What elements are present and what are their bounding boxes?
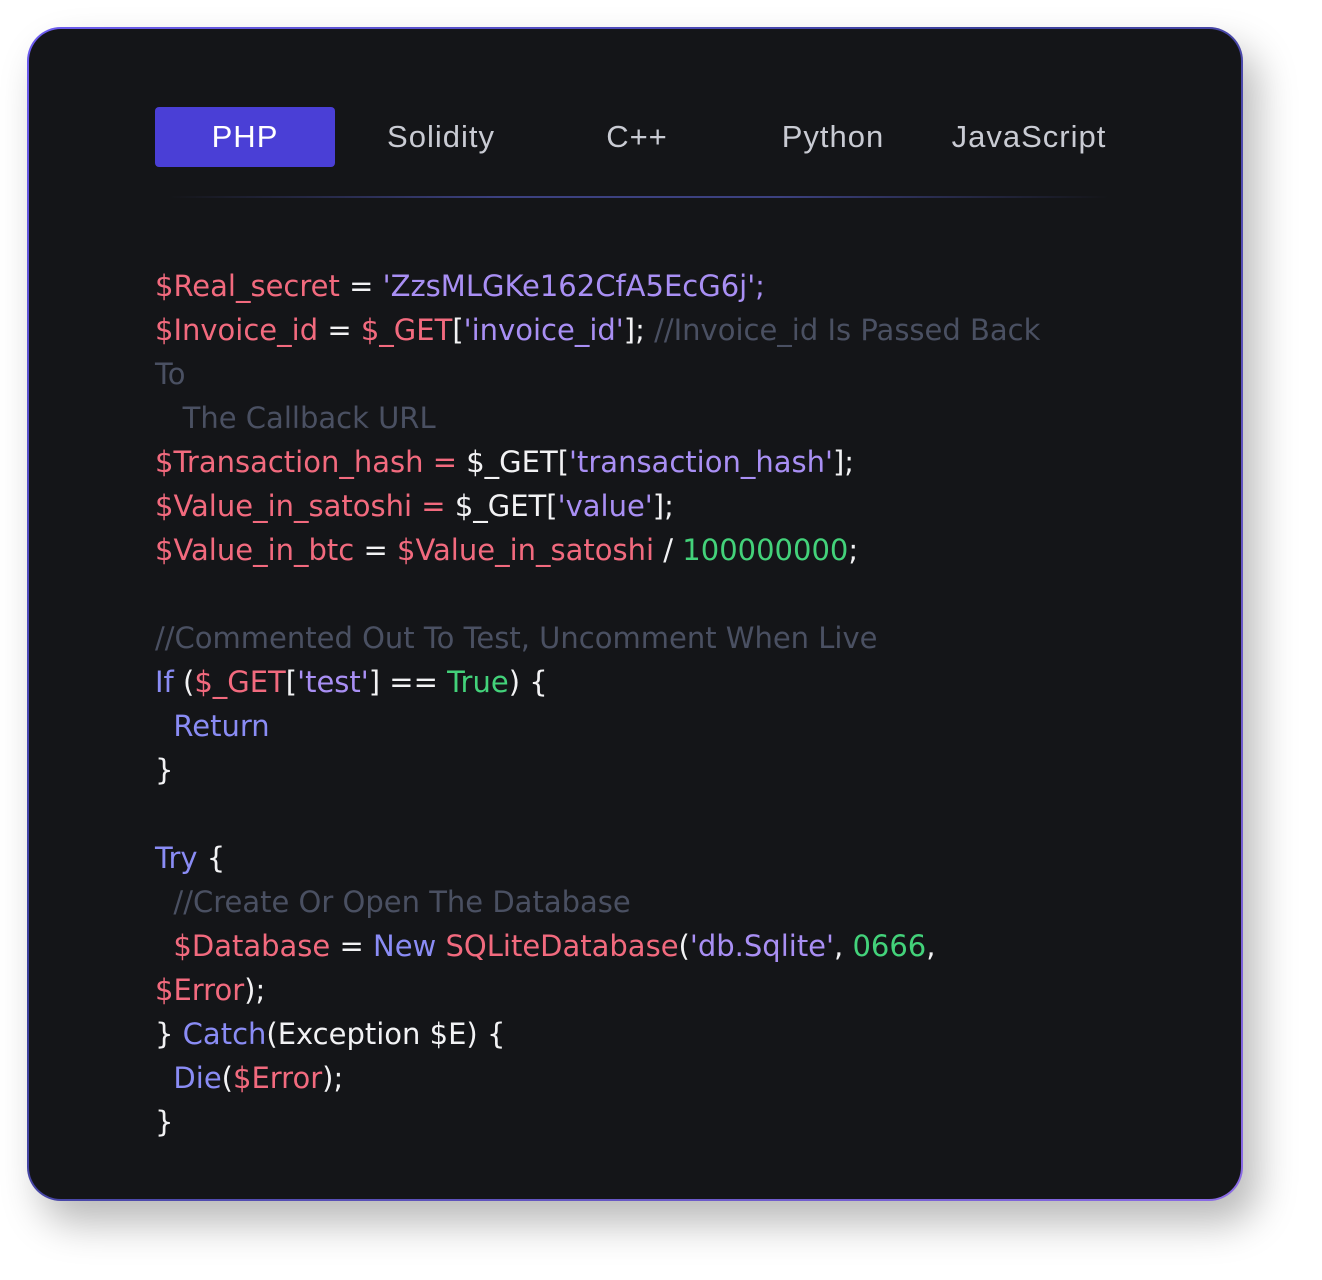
code-punctuation: } <box>155 753 174 787</box>
code-variable: $Transaction_hash = <box>155 445 467 479</box>
code-line: $Invoice_id = $_GET['invoice_id']; //Inv… <box>155 308 1135 352</box>
code-keyword: Return <box>155 709 270 743</box>
code-line: If ($_GET['test'] == True) { <box>155 660 1135 704</box>
tab-javascript[interactable]: JavaScript <box>939 107 1119 167</box>
code-string: 'transaction_hash' <box>569 445 833 479</box>
code-line: Try { <box>155 836 1135 880</box>
tabs-divider <box>169 196 1109 198</box>
code-comment: //Commented Out To Test, Uncomment When … <box>155 621 878 655</box>
code-string: 'db.Sqlite' <box>689 929 834 963</box>
code-string: 'ZzsMLGKe162CfA5EcG6j'; <box>382 269 765 303</box>
code-variable: $Value_in_btc <box>155 533 355 567</box>
code-line: $Transaction_hash = $_GET['transaction_h… <box>155 440 1135 484</box>
code-line: //Commented Out To Test, Uncomment When … <box>155 616 1135 660</box>
code-line: //Create Or Open The Database <box>155 880 1135 924</box>
code-line: } <box>155 1100 1135 1144</box>
code-line: To <box>155 352 1135 396</box>
code-comment: The Callback URL <box>155 401 436 435</box>
code-keyword: Catch <box>182 1017 267 1051</box>
code-string: 'test' <box>297 665 369 699</box>
code-line: Die($Error); <box>155 1056 1135 1100</box>
code-punctuation: $_GET <box>466 445 558 479</box>
code-line: $Real_secret = 'ZzsMLGKe162CfA5EcG6j'; <box>155 264 1135 308</box>
code-number: 0666 <box>852 929 927 963</box>
code-line: $Error); <box>155 968 1135 1012</box>
code-punctuation: (Exception $E) { <box>266 1017 506 1051</box>
code-punctuation: ( <box>221 1061 233 1095</box>
code-punctuation: } <box>155 1105 174 1139</box>
code-keyword: Die <box>155 1061 222 1095</box>
code-punctuation: } <box>155 1017 183 1051</box>
code-block: $Real_secret = 'ZzsMLGKe162CfA5EcG6j'; $I… <box>155 264 1135 1144</box>
code-punctuation: { <box>197 841 226 875</box>
code-variable: $Error <box>155 973 245 1007</box>
code-line: $Value_in_satoshi = $_GET['value']; <box>155 484 1135 528</box>
code-line: $Value_in_btc = $Value_in_satoshi / 1000… <box>155 528 1135 572</box>
code-line: } <box>155 748 1135 792</box>
code-variable: $Value_in_satoshi <box>397 533 655 567</box>
code-punctuation: ] == <box>368 665 448 699</box>
code-punctuation: ]; <box>623 313 655 347</box>
code-keyword: Try <box>155 841 198 875</box>
code-comment: //Create Or Open The Database <box>155 885 631 919</box>
code-number: True <box>447 665 509 699</box>
code-punctuation: / <box>654 533 683 567</box>
code-variable: $Database <box>155 929 331 963</box>
tab-python[interactable]: Python <box>743 107 923 167</box>
code-punctuation: , <box>926 929 936 963</box>
code-keyword: If <box>155 665 174 699</box>
code-variable: $_GET <box>194 665 286 699</box>
tab-php[interactable]: PHP <box>155 107 335 167</box>
code-punctuation: ); <box>244 973 266 1007</box>
code-variable: $Invoice_id <box>155 313 319 347</box>
code-punctuation: [ <box>452 313 464 347</box>
code-variable: SQLiteDatabase <box>445 929 679 963</box>
code-punctuation: ]; <box>652 489 674 523</box>
code-punctuation: ( <box>173 665 195 699</box>
code-line: The Callback URL <box>155 396 1135 440</box>
code-punctuation: = <box>330 929 374 963</box>
code-punctuation <box>436 929 445 963</box>
code-punctuation: ) { <box>508 665 548 699</box>
code-card: PHP Solidity C++ Python JavaScript $Real… <box>27 27 1243 1201</box>
code-comment: //Invoice_id Is Passed Back <box>654 313 1041 347</box>
code-punctuation: , <box>834 929 853 963</box>
tab-cpp[interactable]: C++ <box>547 107 727 167</box>
code-variable: $Real_secret <box>155 269 340 303</box>
tab-solidity[interactable]: Solidity <box>351 107 531 167</box>
code-variable: $Error <box>233 1061 323 1095</box>
code-punctuation: ]; <box>832 445 855 479</box>
code-line: Return <box>155 704 1135 748</box>
code-punctuation: [ <box>546 489 558 523</box>
code-punctuation: = <box>339 269 383 303</box>
code-punctuation: [ <box>285 665 298 699</box>
code-variable: $_GET <box>360 313 453 347</box>
code-punctuation: ( <box>678 929 690 963</box>
code-punctuation: = <box>354 533 397 567</box>
code-number: 100000000 <box>682 533 849 567</box>
code-keyword: New <box>373 929 437 963</box>
code-string: 'invoice_id' <box>463 313 624 347</box>
code-variable: $Value_in_satoshi = <box>155 489 455 523</box>
code-punctuation: = <box>318 313 361 347</box>
code-punctuation: $_GET <box>454 489 547 523</box>
code-string: 'value' <box>557 489 653 523</box>
code-line: } Catch(Exception $E) { <box>155 1012 1135 1056</box>
code-punctuation: ; <box>848 533 859 567</box>
code-line: $Database = New SQLiteDatabase('db.Sqlit… <box>155 924 1135 968</box>
code-punctuation: ); <box>322 1061 344 1095</box>
language-tabs: PHP Solidity C++ Python JavaScript <box>155 107 1135 167</box>
code-comment: To <box>155 357 186 391</box>
code-punctuation: [ <box>557 445 570 479</box>
